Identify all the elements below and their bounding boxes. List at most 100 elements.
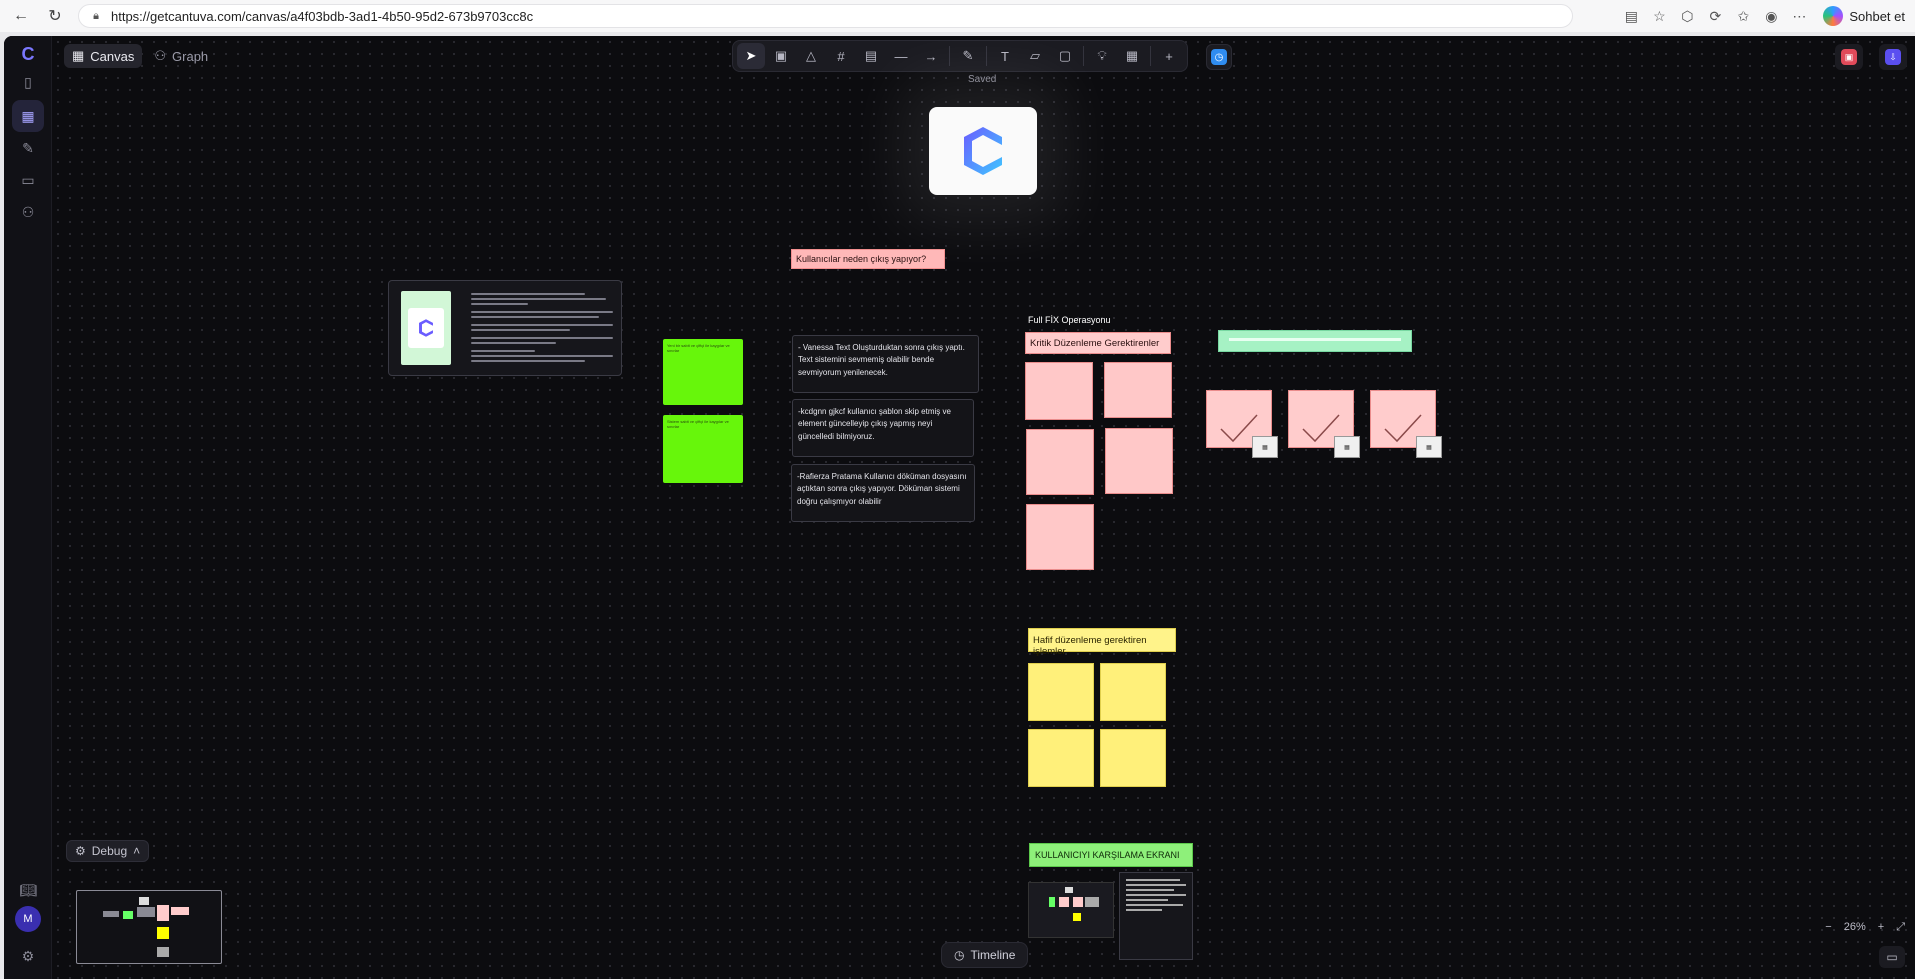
bug-icon: ⚙ <box>75 844 86 858</box>
zoom-level[interactable]: 26% <box>1844 921 1866 933</box>
stamp-icon: ▦ <box>1252 436 1278 458</box>
left-sidebar: C ▯ ▦ ✎ ▭ ⚇ 📖︎ M ⚙ <box>4 36 52 979</box>
book-icon[interactable]: 📖︎ <box>12 874 44 906</box>
canvas-toolbar: ➤ ▣ △ # ▤ — → ✎ T ▱ ▢ 💡︎ ▦ + <box>732 40 1188 72</box>
tab-canvas[interactable]: ▦ Canvas <box>64 44 143 68</box>
table-icon[interactable]: ▦ <box>1118 43 1146 69</box>
chat-button[interactable]: ▭ <box>1879 946 1905 968</box>
canvas-logo-card[interactable] <box>929 107 1037 195</box>
critical-title[interactable]: Kritik Düzenleme Gerektirenler <box>1025 332 1171 354</box>
stamp-icon: ▦ <box>1416 436 1442 458</box>
zoom-in-button[interactable]: + <box>1878 921 1884 933</box>
sticky-note[interactable] <box>1028 729 1094 787</box>
sticky-note[interactable]: Sistem sabit ve çiftçi ile kaygılar ve s… <box>663 415 743 483</box>
extension-icon[interactable]: ⬡ <box>1673 4 1701 28</box>
toolbar-divider <box>1083 46 1084 66</box>
favorites-icon[interactable]: ✩ <box>1729 4 1757 28</box>
question-note[interactable]: Kullanıcılar neden çıkış yapıyor? <box>791 249 945 269</box>
timeline-button[interactable]: ◷ Timeline <box>941 942 1029 968</box>
star-icon[interactable]: ☆ <box>1645 4 1673 28</box>
sticky-note[interactable] <box>1104 362 1172 418</box>
reason-note[interactable]: - Vanessa Text Oluşturduktan sonra çıkış… <box>792 335 979 393</box>
shapes-icon[interactable]: △ <box>797 43 825 69</box>
reason-note[interactable]: -Rafierza Pratama Kullanıcı döküman dosy… <box>791 464 975 522</box>
chevron-up-icon: ˄ <box>133 844 141 858</box>
image-icon[interactable]: ▣ <box>767 43 795 69</box>
profile-icon[interactable]: ◉ <box>1757 4 1785 28</box>
document-thumbnail <box>401 291 451 365</box>
arrow-icon[interactable]: → <box>917 43 945 69</box>
debug-button[interactable]: ⚙ Debug ˄ <box>66 840 150 862</box>
sticky-note[interactable] <box>1100 663 1166 721</box>
mint-header-note[interactable] <box>1218 330 1412 352</box>
top-right-actions: ▣ ⇩ <box>1835 44 1907 70</box>
app-logo-icon[interactable]: C <box>16 42 40 66</box>
select-pointer-icon[interactable]: ➤ <box>737 43 765 69</box>
browser-toolbar: ← ↻ 🔒︎ https://getcantuva.com/canvas/a4f… <box>0 0 1915 32</box>
browser-actions: ▤ ☆ ⬡ ⟳ ✩ ◉ ⋯ Sohbet et <box>1617 4 1915 28</box>
sync-icon[interactable]: ⟳ <box>1701 4 1729 28</box>
zoom-controls: − 26% + ⤢ <box>1825 916 1905 938</box>
download-button[interactable]: ⇩ <box>1879 44 1907 70</box>
url-text: https://getcantuva.com/canvas/a4f03bdb-3… <box>111 8 534 24</box>
frame-icon[interactable]: # <box>827 43 855 69</box>
sticky-note[interactable] <box>1100 729 1166 787</box>
toolbar-divider <box>986 46 987 66</box>
sticky-note[interactable] <box>1028 663 1094 721</box>
canvas-grid-icon[interactable]: ▦ <box>12 100 44 132</box>
light-edit-title[interactable]: Hafif düzenleme gerektiren işlemler <box>1028 628 1176 657</box>
tab-canvas-label: Canvas <box>90 48 135 64</box>
graph-icon: ⚇ <box>154 48 167 63</box>
document-card[interactable] <box>388 280 622 376</box>
line-icon[interactable]: — <box>887 43 915 69</box>
toolbar-divider <box>949 46 950 66</box>
lock-icon: 🔒︎ <box>93 9 99 22</box>
section-title[interactable]: Full FİX Operasyonu <box>1028 315 1111 325</box>
view-switch: ▦ Canvas ⚇ Graph <box>64 44 216 68</box>
reload-icon[interactable]: ↻ <box>42 3 68 29</box>
text-card-thumbnail[interactable] <box>1119 872 1193 960</box>
copilot-label: Sohbet et <box>1849 8 1905 24</box>
timeline-label: Timeline <box>970 948 1016 962</box>
reason-note[interactable]: -kcdgnn gjkcf kullanıcı şablon skip etmi… <box>792 399 974 457</box>
add-icon[interactable]: + <box>1155 43 1183 69</box>
more-icon[interactable]: ⋯ <box>1785 4 1813 28</box>
welcome-title[interactable]: KULLANICIYI KARŞILAMA EKRANI <box>1029 843 1193 867</box>
sticky-note[interactable] <box>1026 429 1094 495</box>
debug-label: Debug <box>91 844 128 858</box>
sticky-note-icon[interactable]: ▱ <box>1021 43 1049 69</box>
archive-icon[interactable]: ▭ <box>12 164 44 196</box>
address-bar[interactable]: 🔒︎ https://getcantuva.com/canvas/a4f03bd… <box>78 4 1573 28</box>
lightbulb-icon[interactable]: 💡︎ <box>1088 43 1116 69</box>
sticky-note[interactable] <box>1105 428 1173 494</box>
tab-graph[interactable]: ⚇ Graph <box>146 44 216 68</box>
back-arrow-icon[interactable]: ← <box>8 3 34 29</box>
reader-icon[interactable]: ▤ <box>1617 4 1645 28</box>
sticky-note[interactable] <box>1026 504 1094 570</box>
app-window: C ▯ ▦ ✎ ▭ ⚇ 📖︎ M ⚙ ▦ Canvas ⚇ Graph ➤ ▣ … <box>4 36 1915 979</box>
edit-icon[interactable]: ✎ <box>12 132 44 164</box>
sticky-note[interactable]: Yeni bir sabit ve çiftçi ile kaygılar ve… <box>663 339 743 405</box>
sidebar-panel-icon[interactable]: ▯ <box>12 66 44 98</box>
cantuva-logo-icon <box>408 308 444 348</box>
minimap[interactable] <box>76 890 222 964</box>
layout-icon[interactable]: ▤ <box>857 43 885 69</box>
document-icon[interactable]: ▢ <box>1051 43 1079 69</box>
present-icon: ▣ <box>1841 49 1857 65</box>
timer-button[interactable]: ◷ <box>1206 44 1232 70</box>
settings-gear-icon[interactable]: ⚙ <box>12 940 44 972</box>
sticky-note[interactable] <box>1025 362 1093 420</box>
screenshot-thumbnail[interactable] <box>1028 882 1114 938</box>
pen-icon[interactable]: ✎ <box>954 43 982 69</box>
present-button[interactable]: ▣ <box>1835 44 1863 70</box>
cantuva-logo-icon <box>964 127 1002 175</box>
text-icon[interactable]: T <box>991 43 1019 69</box>
copilot-icon <box>1823 6 1844 26</box>
hierarchy-icon[interactable]: ⚇ <box>12 196 44 228</box>
avatar[interactable]: M <box>15 906 41 932</box>
zoom-out-button[interactable]: − <box>1825 921 1831 933</box>
copilot-button[interactable]: Sohbet et <box>1813 6 1915 26</box>
fit-screen-icon[interactable]: ⤢ <box>1896 921 1905 934</box>
toolbar-divider <box>1150 46 1151 66</box>
tab-graph-label: Graph <box>172 48 209 64</box>
